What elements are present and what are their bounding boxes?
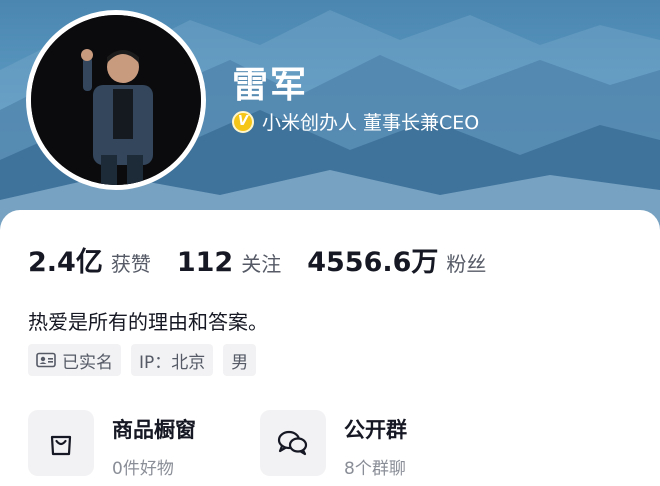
verified-badge-icon: V bbox=[232, 110, 254, 133]
verification-text: 小米创办人 董事长兼CEO bbox=[262, 112, 480, 134]
stat-following[interactable]: 112 关注 bbox=[177, 247, 281, 278]
feature-shop-title: 商品橱窗 bbox=[112, 418, 196, 442]
tag-gender-label: 男 bbox=[231, 352, 249, 373]
shopping-bag-icon bbox=[28, 410, 94, 476]
profile-name: 雷军 bbox=[232, 65, 309, 106]
id-card-icon bbox=[36, 352, 56, 368]
feature-group-subtitle: 8个群聊 bbox=[344, 459, 406, 479]
stat-likes-label: 获赞 bbox=[110, 252, 151, 276]
stats-row: 2.4亿 获赞 112 关注 4556.6万 粉丝 bbox=[28, 240, 512, 279]
avatar-image bbox=[31, 15, 201, 185]
stat-followers-label: 粉丝 bbox=[446, 252, 487, 276]
profile-bio: 热爱是所有的理由和答案。 bbox=[28, 310, 268, 334]
stat-following-value: 112 bbox=[176, 247, 234, 278]
tag-ip-location: IP：北京 bbox=[131, 344, 214, 376]
stat-followers[interactable]: 4556.6万 粉丝 bbox=[307, 240, 486, 279]
chat-bubbles-icon bbox=[260, 410, 326, 476]
verification-row: V 小米创办人 董事长兼CEO bbox=[232, 108, 479, 135]
feature-group-title: 公开群 bbox=[344, 418, 407, 442]
profile-card: 2.4亿 获赞 112 关注 4556.6万 粉丝 热爱是所有的理由和答案。 已… bbox=[0, 210, 660, 486]
tag-real-name: 已实名 bbox=[28, 344, 121, 376]
feature-shop-subtitle: 0件好物 bbox=[112, 459, 174, 479]
tag-gender: 男 bbox=[223, 344, 257, 376]
tag-row: 已实名 IP：北京 男 bbox=[28, 344, 266, 376]
stat-likes-value: 2.4亿 bbox=[28, 247, 103, 278]
feature-public-group[interactable]: 公开群 8个群聊 bbox=[260, 410, 407, 479]
verified-badge-letter: V bbox=[237, 114, 249, 129]
avatar[interactable] bbox=[26, 10, 206, 190]
tag-ip-label: IP：北京 bbox=[139, 352, 206, 373]
stat-likes[interactable]: 2.4亿 获赞 bbox=[28, 240, 151, 279]
tag-real-name-label: 已实名 bbox=[62, 352, 113, 373]
stat-following-label: 关注 bbox=[241, 252, 282, 276]
stat-followers-value: 4556.6万 bbox=[307, 247, 439, 278]
feature-shop-window[interactable]: 商品橱窗 0件好物 bbox=[28, 410, 196, 479]
